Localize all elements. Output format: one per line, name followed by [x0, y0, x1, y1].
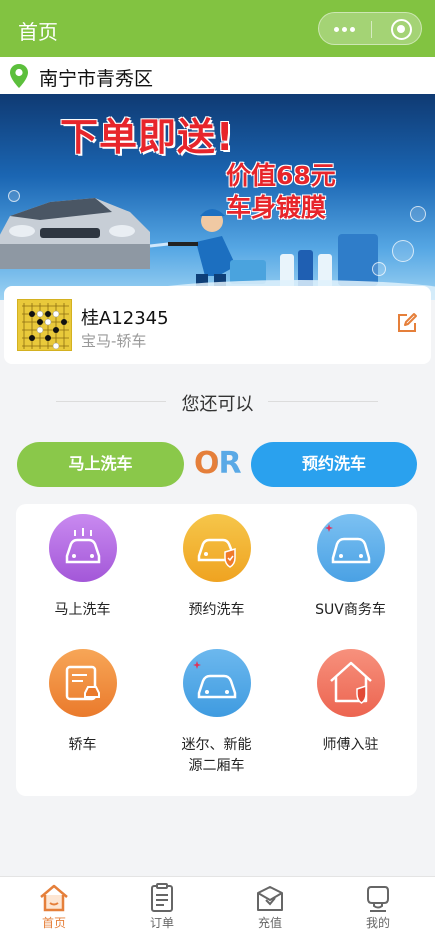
profile-icon	[367, 886, 389, 912]
capsule-divider	[371, 21, 372, 38]
tab-label: 我的	[365, 916, 390, 929]
tab-label: 首页	[41, 916, 66, 929]
current-car-card[interactable]: 桂A12345 宝马-轿车	[4, 286, 431, 364]
tab-profile[interactable]: 我的	[324, 877, 432, 929]
service-label: 师傅入驻	[322, 737, 379, 753]
bubble-icon	[410, 206, 426, 222]
service-label: 马上洗车	[54, 602, 111, 618]
sedan-icon	[49, 649, 117, 717]
tab-home[interactable]: 首页	[0, 877, 108, 929]
order-icon	[151, 883, 173, 912]
service-label: SUV商务车	[315, 602, 386, 618]
service-grid: 马上洗车 预约洗车 SUV商务车 轿车 迷尔、新能源二厢车 师傅入驻	[16, 504, 417, 796]
car-model: 宝马-轿车	[81, 332, 147, 350]
service-suv[interactable]: SUV商务车	[284, 514, 417, 634]
top-navbar: 首页	[0, 0, 435, 57]
service-hatchback[interactable]: 迷尔、新能源二厢车	[150, 649, 283, 789]
banner-price: 价值68元	[226, 161, 336, 190]
edit-icon[interactable]	[396, 312, 418, 334]
section-heading: 您还可以	[0, 389, 435, 415]
service-label: 迷尔、新能源二厢车	[181, 737, 252, 774]
suv-icon	[317, 514, 385, 582]
close-mini-program-icon[interactable]	[391, 19, 412, 40]
service-label: 预约洗车	[188, 602, 245, 618]
section-title: 您还可以	[181, 394, 254, 415]
book-wash-button[interactable]: 预约洗车	[251, 442, 417, 487]
mini-program-capsule[interactable]	[318, 12, 422, 45]
recharge-icon	[257, 886, 283, 911]
home-icon	[40, 884, 68, 912]
tab-recharge[interactable]: 充值	[216, 877, 324, 929]
promo-banner[interactable]: 下单即送! 价值68元 车身镀膜	[0, 94, 435, 300]
plate-number: 桂A12345	[81, 308, 169, 329]
car-thumbnail	[17, 299, 72, 351]
or-text: OR	[194, 446, 242, 481]
banner-title: 下单即送!	[60, 115, 235, 159]
wash-now-button[interactable]: 马上洗车	[17, 442, 184, 487]
car-shield-icon	[183, 514, 251, 582]
go-board-icon	[22, 303, 69, 350]
service-technician-join[interactable]: 师傅入驻	[284, 649, 417, 789]
more-icon[interactable]	[334, 27, 356, 32]
banner-offer: 车身镀膜	[226, 193, 327, 222]
bottom-tabbar: 首页 订单 充值 我的	[0, 876, 435, 929]
service-wash-now[interactable]: 马上洗车	[16, 514, 149, 634]
location-text: 南宁市青秀区	[39, 68, 154, 90]
bubble-icon	[392, 240, 414, 262]
tab-label: 充值	[257, 916, 282, 929]
bubble-icon	[8, 190, 20, 202]
location-bar[interactable]: 南宁市青秀区	[0, 57, 435, 94]
tab-orders[interactable]: 订单	[108, 877, 216, 929]
hatchback-icon	[183, 649, 251, 717]
tab-label: 订单	[149, 916, 174, 929]
location-pin-icon	[10, 64, 28, 88]
service-label: 轿车	[68, 737, 97, 753]
house-shield-icon	[317, 649, 385, 717]
or-label: OR	[194, 446, 242, 481]
service-sedan[interactable]: 轿车	[16, 649, 149, 789]
page-title: 首页	[18, 20, 58, 44]
bubble-icon	[372, 262, 386, 276]
car-wash-icon	[49, 514, 117, 582]
service-book-wash[interactable]: 预约洗车	[150, 514, 283, 634]
